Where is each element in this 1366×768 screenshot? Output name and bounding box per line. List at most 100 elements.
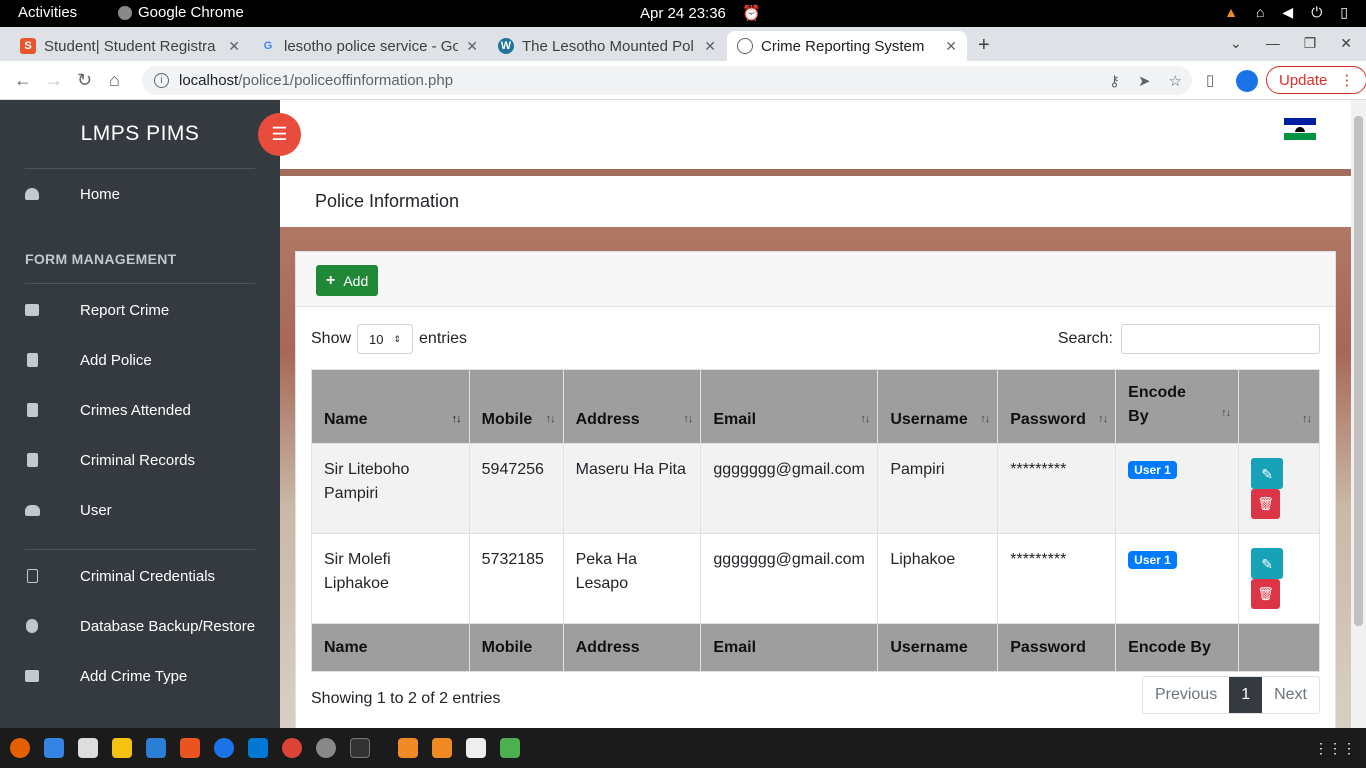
restore-icon[interactable]: ❐ (1304, 35, 1317, 52)
close-tab-icon[interactable]: ✕ (945, 38, 957, 55)
sort-icon: ↑↓ (1302, 413, 1312, 425)
sidebar-item-database-backup[interactable]: Database Backup/Restore (0, 611, 280, 641)
delete-button[interactable]: 🗑 (1251, 579, 1281, 609)
reload-icon[interactable]: ↻ (77, 70, 92, 91)
card-header: + Add (296, 252, 1335, 307)
edit-button[interactable]: ✎ (1251, 548, 1284, 579)
cell-mobile: 5947256 (468, 443, 564, 534)
side-panel-icon[interactable]: ▯ (1206, 71, 1214, 89)
close-tab-icon[interactable]: ✕ (228, 38, 240, 55)
google-favicon-icon: G (263, 40, 273, 52)
column-header-username[interactable]: Username ↑↓ (877, 369, 999, 444)
column-header-actions[interactable]: ↑↓ (1238, 369, 1320, 444)
clock[interactable]: Apr 24 23:36 ⏰ (640, 4, 761, 22)
new-tab-icon[interactable]: + (978, 34, 990, 57)
tab-student[interactable]: S Student| Student Registra ✕ (10, 31, 250, 61)
sidebar-item-user[interactable]: User (0, 495, 280, 525)
tab-crime-reporting[interactable]: Crime Reporting System ✕ (727, 31, 967, 61)
profile-avatar[interactable] (1236, 70, 1258, 92)
files-icon[interactable] (78, 738, 98, 758)
close-tab-icon[interactable]: ✕ (704, 38, 716, 55)
sidebar-item-crimes-attended[interactable]: Crimes Attended (0, 395, 280, 425)
settings-icon[interactable] (316, 738, 336, 758)
entries-select[interactable]: 10 ⇕ (357, 324, 414, 354)
chrome-dock-icon[interactable] (282, 738, 302, 758)
rhythmbox-icon[interactable] (112, 738, 132, 758)
sidebar-item-add-crime-type[interactable]: Add Crime Type (0, 661, 280, 691)
address-bar[interactable]: i localhost/police1/policeoffinformation… (142, 66, 1192, 95)
system-tray[interactable]: ▲ ⌂ ◀ ⏻ ▯ (1224, 4, 1348, 21)
column-header-mobile[interactable]: Mobile ↑↓ (468, 369, 564, 444)
tab-google[interactable]: G lesotho police service - Go ✕ (250, 31, 488, 61)
close-tab-icon[interactable]: ✕ (466, 38, 478, 55)
software-icon[interactable] (180, 738, 200, 758)
brand-title[interactable]: LMPS PIMS (0, 122, 280, 146)
volume-icon[interactable]: ◀ (1282, 4, 1293, 21)
minimize-icon[interactable]: — (1266, 35, 1280, 52)
help-icon[interactable] (214, 738, 234, 758)
update-button[interactable]: Update ⋮ (1266, 66, 1366, 94)
add-button[interactable]: + Add (316, 265, 379, 296)
column-header-email[interactable]: Email ↑↓ (700, 369, 879, 444)
column-header-encode-by[interactable]: Encode By ↑↓ (1115, 369, 1240, 444)
police-card: + Add Show 10 ⇕ entries Search: Name↑↓ (295, 251, 1336, 728)
close-window-icon[interactable]: ✕ (1340, 35, 1352, 52)
clock-label: Apr 24 23:36 (640, 5, 726, 22)
column-header-password[interactable]: Password ↑↓ (997, 369, 1117, 444)
sidebar-item-add-police[interactable]: Add Police (0, 345, 280, 375)
sidebar-divider (25, 168, 255, 169)
app-menu[interactable]: Google Chrome (118, 4, 244, 21)
sidebar-item-report-crime[interactable]: Report Crime (0, 295, 280, 325)
sidebar-item-criminal-records[interactable]: Criminal Records (0, 445, 280, 475)
table-row: Sir Molefi Liphakoe 5732185 Peka Ha Lesa… (311, 533, 1320, 624)
vlc-icon[interactable] (432, 738, 452, 758)
sidebar: LMPS PIMS Home FORM MANAGEMENT Report Cr… (0, 100, 280, 728)
back-icon[interactable]: ← (14, 70, 32, 91)
site-info-icon[interactable]: i (154, 73, 169, 88)
window-controls: ⌄ — ❐ ✕ (1230, 35, 1352, 52)
sidebar-toggle-button[interactable]: ☰ (258, 113, 301, 156)
show-apps-icon[interactable]: ⋮⋮⋮ (1314, 740, 1356, 757)
tab-search-icon[interactable]: ⌄ (1230, 35, 1242, 52)
sidebar-item-criminal-credentials[interactable]: Criminal Credentials (0, 561, 280, 591)
key-icon[interactable]: ⚷ (1109, 72, 1120, 90)
kebab-menu-icon[interactable]: ⋮ (1339, 71, 1354, 89)
tab-lmps[interactable]: W The Lesotho Mounted Pol ✕ (488, 31, 726, 61)
scrollbar-thumb[interactable] (1354, 116, 1363, 626)
bookmark-star-icon[interactable]: ☆ (1169, 72, 1182, 90)
thunderbird-icon[interactable] (44, 738, 64, 758)
previous-page-button[interactable]: Previous (1142, 677, 1230, 713)
vlc-tray-icon[interactable]: ▲ (1224, 4, 1238, 21)
forward-icon[interactable]: → (45, 70, 63, 91)
cell-encode-by: User 1 (1115, 533, 1240, 624)
sidebar-item-home[interactable]: Home (0, 179, 280, 209)
writer-icon[interactable] (146, 738, 166, 758)
page-scrollbar[interactable] (1351, 100, 1366, 728)
vscode-icon[interactable] (248, 738, 268, 758)
battery-icon[interactable]: ▯ (1340, 4, 1348, 21)
table-header-row: Name ↑↓ Mobile ↑↓ Address ↑↓ Email ↑↓ Userna… (311, 369, 1320, 444)
trash-dock-icon[interactable] (500, 738, 520, 758)
cell-name: Sir Molefi Liphakoe (311, 533, 470, 624)
sort-icon: ↑↓ (1098, 413, 1108, 425)
column-header-name[interactable]: Name ↑↓ (311, 369, 470, 444)
next-page-button[interactable]: Next (1262, 677, 1319, 713)
power-icon[interactable]: ⏻ (1311, 4, 1322, 21)
column-header-address[interactable]: Address ↑↓ (562, 369, 702, 444)
page-title-bar: Police Information (280, 176, 1351, 227)
firefox-icon[interactable] (10, 738, 30, 758)
home-icon[interactable]: ⌂ (109, 70, 120, 91)
page-1-button[interactable]: 1 (1229, 677, 1263, 713)
footer-actions (1238, 623, 1320, 672)
search-input[interactable] (1121, 324, 1320, 354)
network-icon[interactable]: ⌂ (1256, 4, 1264, 21)
send-icon[interactable]: ➤ (1138, 72, 1151, 90)
document-viewer-icon[interactable] (466, 738, 486, 758)
activities-button[interactable]: Activities (18, 4, 77, 21)
xampp-icon[interactable] (398, 738, 418, 758)
entries-label: entries (419, 330, 468, 347)
edit-button[interactable]: ✎ (1251, 458, 1284, 489)
terminal-icon[interactable] (350, 738, 370, 758)
sidebar-item-label: Criminal Records (80, 451, 196, 469)
delete-button[interactable]: 🗑 (1251, 489, 1281, 519)
